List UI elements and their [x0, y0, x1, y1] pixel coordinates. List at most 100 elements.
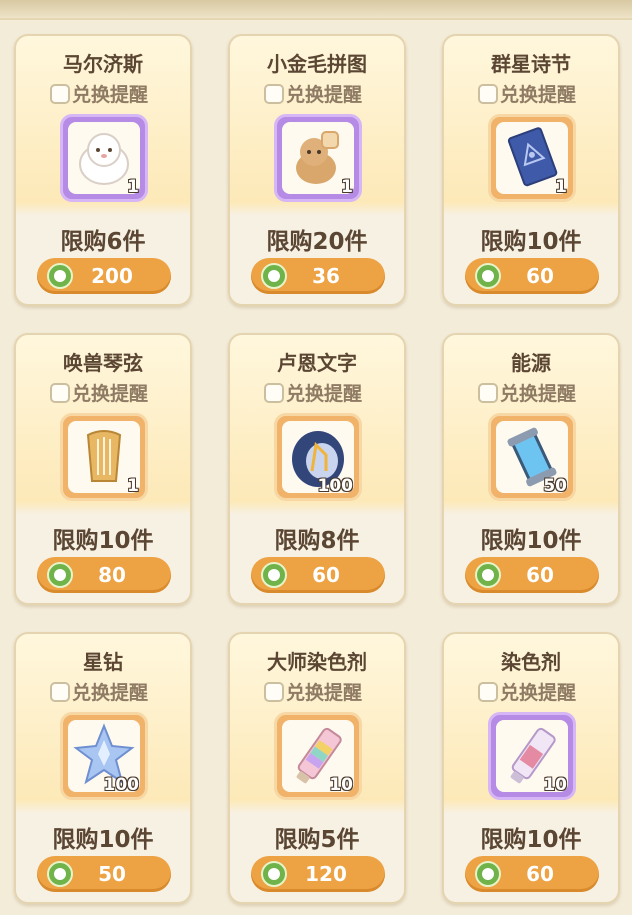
remind-checkbox[interactable] — [264, 382, 284, 403]
exchange-remind[interactable]: 兑换提醒 — [264, 379, 362, 406]
price: 60 — [312, 563, 340, 587]
exchange-button[interactable]: 60 — [465, 856, 599, 892]
green-coin-icon — [261, 861, 287, 887]
item-icon-frame[interactable]: 1 — [60, 114, 148, 202]
top-bar — [0, 0, 632, 20]
item-count: 10 — [329, 775, 353, 795]
exchange-remind[interactable]: 兑换提醒 — [50, 80, 148, 107]
item-name: 卢恩文字 — [277, 351, 357, 375]
remind-checkbox[interactable] — [478, 681, 498, 702]
shop-card: 星钻 兑换提醒 100 限购10件 50 — [14, 632, 192, 904]
shop-card: 大师染色剂 兑换提醒 10 限购5件 120 — [228, 632, 406, 904]
green-coin-icon — [475, 263, 501, 289]
purchase-limit: 限购10件 — [52, 827, 154, 853]
price: 60 — [526, 563, 554, 587]
price: 60 — [526, 264, 554, 288]
item-count: 100 — [317, 476, 354, 496]
remind-checkbox[interactable] — [50, 382, 70, 403]
green-coin-icon — [47, 861, 73, 887]
exchange-remind[interactable]: 兑换提醒 — [50, 678, 148, 705]
remind-label: 兑换提醒 — [72, 84, 149, 106]
shop-card: 小金毛拼图 兑换提醒 1 限购20件 36 — [228, 34, 406, 306]
purchase-limit: 限购10件 — [480, 827, 582, 853]
shop-card: 群星诗节 兑换提醒 1 限购10件 60 — [442, 34, 620, 306]
exchange-remind[interactable]: 兑换提醒 — [478, 678, 576, 705]
item-name: 大师染色剂 — [267, 650, 367, 674]
remind-checkbox[interactable] — [478, 83, 498, 104]
item-icon-frame[interactable]: 1 — [60, 413, 148, 501]
item-count: 50 — [543, 476, 567, 496]
price: 36 — [312, 264, 340, 288]
exchange-button[interactable]: 60 — [465, 258, 599, 294]
remind-checkbox[interactable] — [264, 83, 284, 104]
price: 200 — [91, 264, 133, 288]
item-icon-frame[interactable]: 1 — [488, 114, 576, 202]
remind-label: 兑换提醒 — [72, 682, 149, 704]
item-icon-frame[interactable]: 100 — [274, 413, 362, 501]
exchange-button[interactable]: 80 — [37, 557, 171, 593]
item-icon-frame[interactable]: 10 — [488, 712, 576, 800]
remind-label: 兑换提醒 — [72, 383, 149, 405]
green-coin-icon — [261, 263, 287, 289]
item-name: 能源 — [511, 351, 551, 375]
green-coin-icon — [261, 562, 287, 588]
remind-label: 兑换提醒 — [286, 682, 363, 704]
remind-label: 兑换提醒 — [500, 84, 577, 106]
price: 80 — [98, 563, 126, 587]
purchase-limit: 限购8件 — [274, 528, 360, 554]
price: 60 — [526, 862, 554, 886]
shop-card: 卢恩文字 兑换提醒 100 限购8件 60 — [228, 333, 406, 605]
shop-card: 马尔济斯 兑换提醒 1 限购6件 200 — [14, 34, 192, 306]
remind-checkbox[interactable] — [264, 681, 284, 702]
item-count: 100 — [103, 775, 140, 795]
shop-card: 能源 兑换提醒 50 限购10件 60 — [442, 333, 620, 605]
remind-label: 兑换提醒 — [286, 84, 363, 106]
exchange-button[interactable]: 120 — [251, 856, 385, 892]
item-icon-frame[interactable]: 100 — [60, 712, 148, 800]
item-count: 10 — [543, 775, 567, 795]
item-count: 1 — [341, 177, 353, 197]
purchase-limit: 限购10件 — [52, 528, 154, 554]
purchase-limit: 限购5件 — [274, 827, 360, 853]
exchange-button[interactable]: 200 — [37, 258, 171, 294]
remind-label: 兑换提醒 — [500, 383, 577, 405]
exchange-remind[interactable]: 兑换提醒 — [478, 80, 576, 107]
purchase-limit: 限购10件 — [480, 528, 582, 554]
item-icon-frame[interactable]: 50 — [488, 413, 576, 501]
exchange-button[interactable]: 60 — [251, 557, 385, 593]
purchase-limit: 限购10件 — [480, 229, 582, 255]
item-name: 马尔济斯 — [63, 52, 143, 76]
exchange-remind[interactable]: 兑换提醒 — [478, 379, 576, 406]
price: 50 — [98, 862, 126, 886]
exchange-button[interactable]: 50 — [37, 856, 171, 892]
item-count: 1 — [555, 177, 567, 197]
item-count: 1 — [127, 177, 139, 197]
green-coin-icon — [475, 562, 501, 588]
price: 120 — [305, 862, 347, 886]
exchange-remind[interactable]: 兑换提醒 — [264, 80, 362, 107]
item-count: 1 — [127, 476, 139, 496]
item-icon-frame[interactable]: 1 — [274, 114, 362, 202]
green-coin-icon — [475, 861, 501, 887]
remind-checkbox[interactable] — [478, 382, 498, 403]
shop-card: 染色剂 兑换提醒 10 限购10件 60 — [442, 632, 620, 904]
purchase-limit: 限购6件 — [60, 229, 146, 255]
item-name: 星钻 — [83, 650, 123, 674]
exchange-button[interactable]: 60 — [465, 557, 599, 593]
purchase-limit: 限购20件 — [266, 229, 368, 255]
green-coin-icon — [47, 263, 73, 289]
exchange-remind[interactable]: 兑换提醒 — [50, 379, 148, 406]
item-name: 群星诗节 — [491, 52, 571, 76]
item-icon-frame[interactable]: 10 — [274, 712, 362, 800]
remind-checkbox[interactable] — [50, 83, 70, 104]
exchange-button[interactable]: 36 — [251, 258, 385, 294]
shop-card: 唤兽琴弦 兑换提醒 1 限购10件 80 — [14, 333, 192, 605]
item-name: 染色剂 — [501, 650, 561, 674]
remind-label: 兑换提醒 — [500, 682, 577, 704]
green-coin-icon — [47, 562, 73, 588]
shop-grid: 马尔济斯 兑换提醒 1 限购6件 200 小金毛拼图 兑换提醒 1 限购20件 … — [14, 34, 620, 904]
remind-label: 兑换提醒 — [286, 383, 363, 405]
remind-checkbox[interactable] — [50, 681, 70, 702]
item-name: 唤兽琴弦 — [63, 351, 143, 375]
exchange-remind[interactable]: 兑换提醒 — [264, 678, 362, 705]
